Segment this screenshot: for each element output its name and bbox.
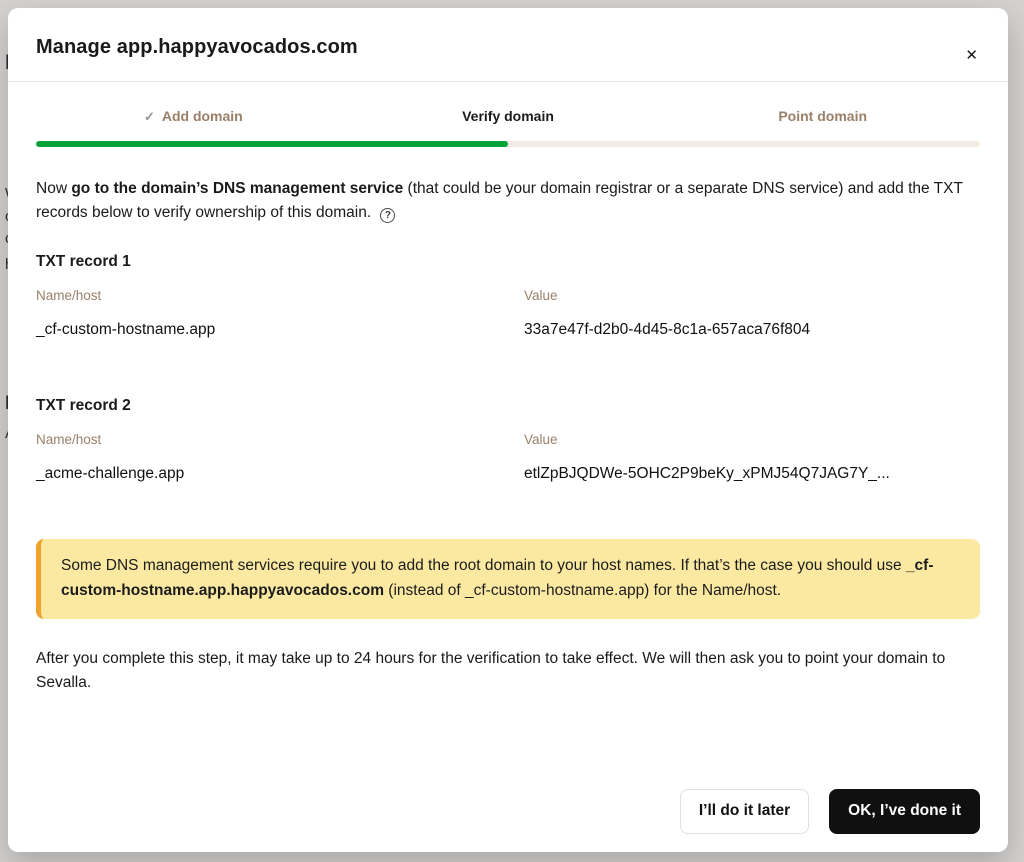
step-add-domain-label: Add domain (162, 108, 243, 124)
value-column-header: Value (524, 432, 980, 447)
txt-record-2-table: Name/host Value _acme-challenge.app etlZ… (36, 432, 980, 483)
check-icon: ✓ (144, 109, 155, 124)
step-point-domain-label: Point domain (778, 108, 867, 124)
name-host-column-header: Name/host (36, 288, 524, 303)
txt-record-2-heading: TXT record 2 (36, 397, 980, 415)
dialog-title: Manage app.happyavocados.com (36, 36, 980, 59)
intro-bold-text: go to the domain’s DNS management servic… (71, 180, 403, 197)
txt-record-1: TXT record 1 Name/host Value _cf-custom-… (36, 253, 980, 339)
value-column-header: Value (524, 288, 980, 303)
step-point-domain: Point domain (665, 108, 980, 125)
warning-callout: Some DNS management services require you… (36, 539, 980, 619)
done-button[interactable]: OK, I’ve done it (829, 789, 980, 834)
manage-domain-dialog: Manage app.happyavocados.com ✕ ✓ Add doma… (8, 8, 1008, 852)
txt-record-2: TXT record 2 Name/host Value _acme-chall… (36, 397, 980, 483)
step-add-domain: ✓ Add domain (36, 108, 351, 125)
txt-record-1-name: _cf-custom-hostname.app (36, 321, 524, 339)
completion-note: After you complete this step, it may tak… (36, 647, 980, 695)
txt-record-1-table: Name/host Value _cf-custom-hostname.app … (36, 288, 980, 339)
txt-record-1-heading: TXT record 1 (36, 253, 980, 271)
warning-text-end: (instead of _cf-custom-hostname.app) for… (384, 582, 781, 599)
name-host-column-header: Name/host (36, 432, 524, 447)
dialog-body: Now go to the domain’s DNS management se… (8, 147, 1008, 695)
warning-text-start: Some DNS management services require you… (61, 557, 906, 574)
stepper: ✓ Add domain Verify domain Point domain (36, 108, 980, 125)
txt-record-1-value: 33a7e47f-d2b0-4d45-8c1a-657aca76f804 (524, 321, 980, 339)
txt-record-2-value: etlZpBJQDWe-5OHC2P9beKy_xPMJ54Q7JAG7Y_..… (524, 465, 980, 483)
intro-paragraph: Now go to the domain’s DNS management se… (36, 177, 980, 225)
step-verify-domain-label: Verify domain (462, 108, 554, 124)
step-verify-domain: Verify domain (351, 108, 666, 125)
dialog-header: Manage app.happyavocados.com ✕ (8, 8, 1008, 82)
help-icon[interactable]: ? (380, 208, 395, 223)
txt-record-2-name: _acme-challenge.app (36, 465, 524, 483)
stepper-section: ✓ Add domain Verify domain Point domain (8, 82, 1008, 147)
close-button[interactable]: ✕ (959, 42, 984, 69)
intro-text-start: Now (36, 180, 71, 197)
dialog-footer: I’ll do it later OK, I’ve done it (8, 789, 1008, 852)
later-button[interactable]: I’ll do it later (680, 789, 809, 834)
close-icon: ✕ (965, 47, 978, 64)
